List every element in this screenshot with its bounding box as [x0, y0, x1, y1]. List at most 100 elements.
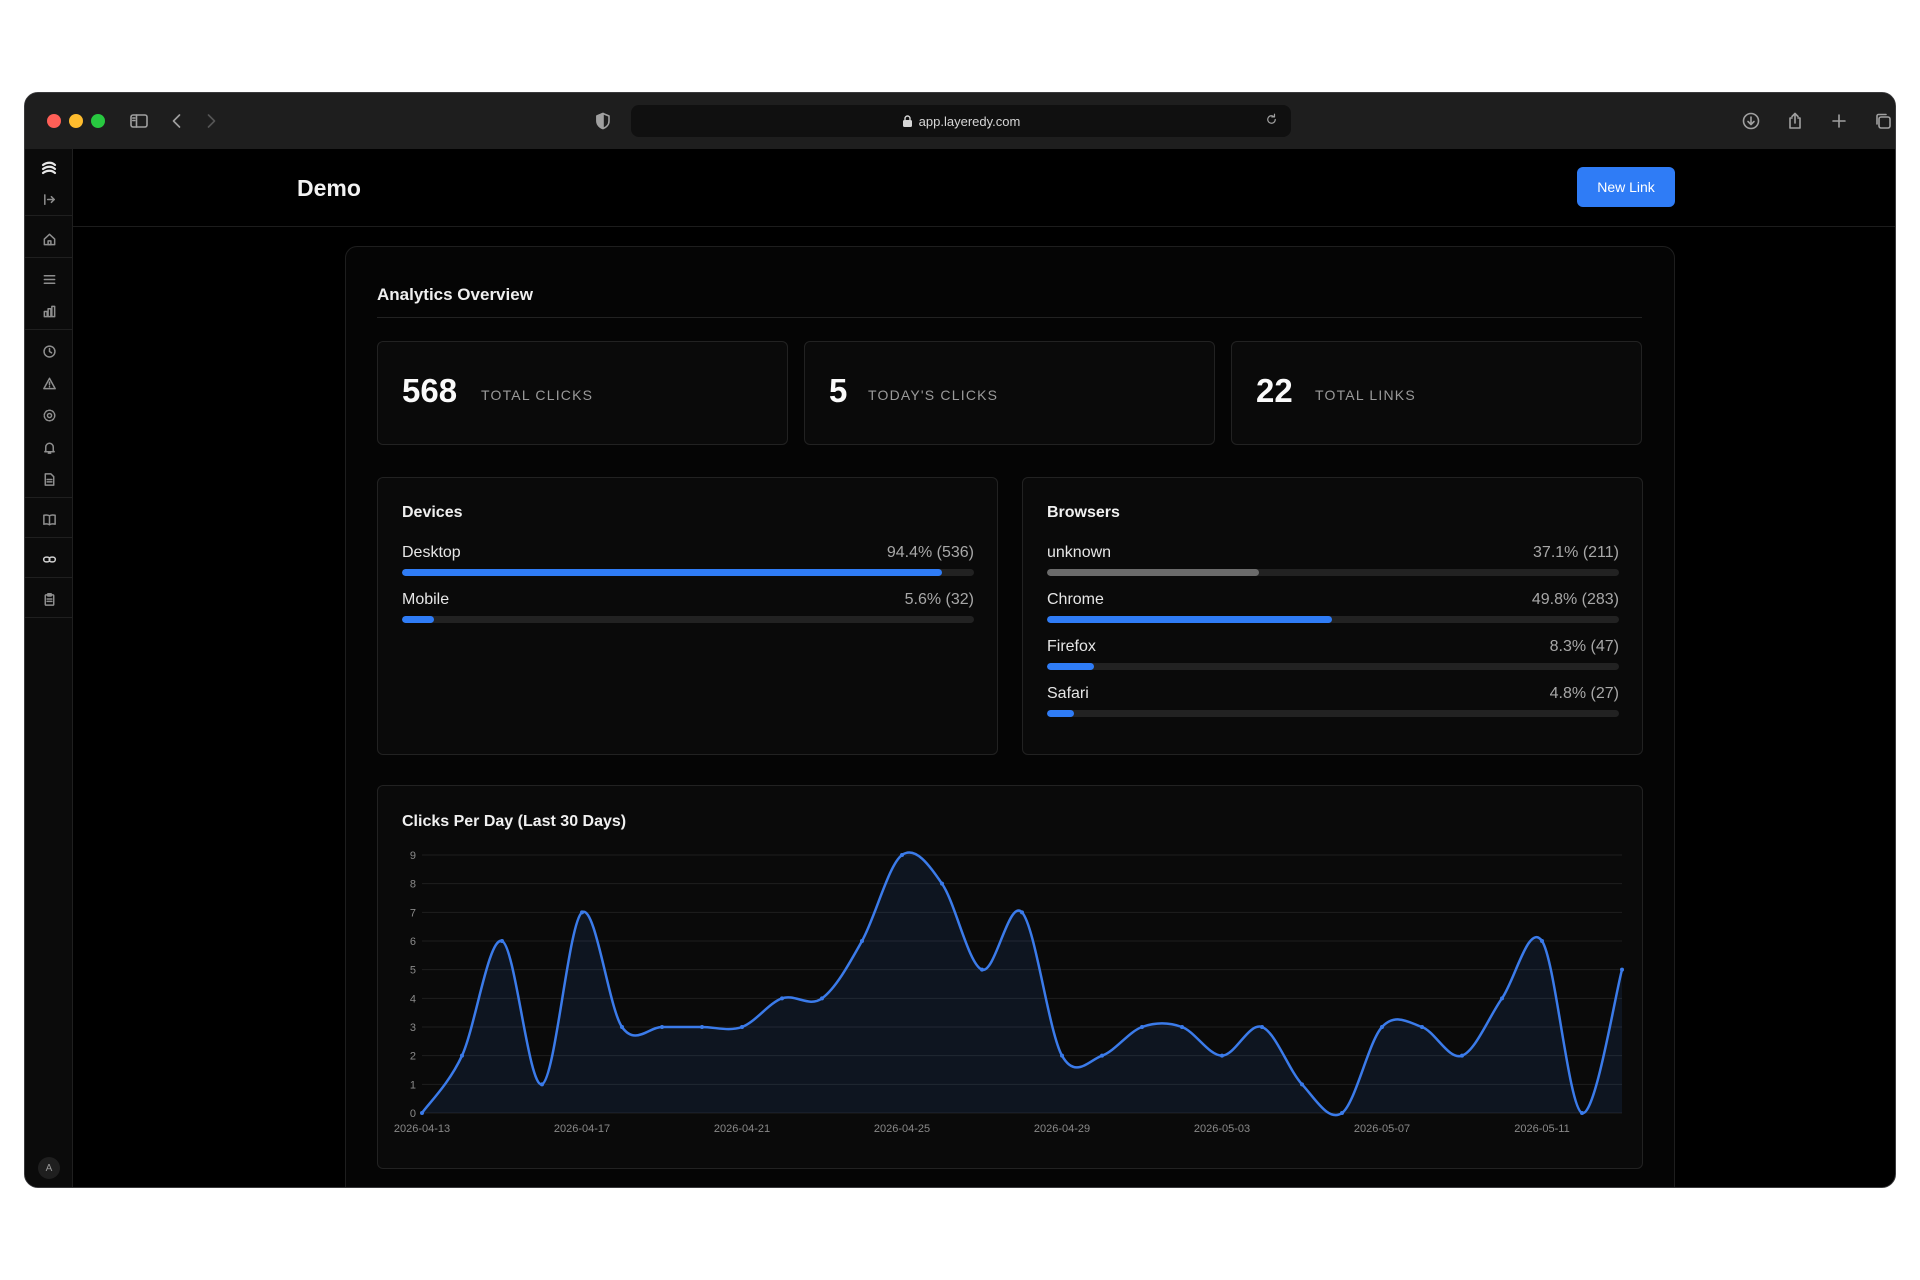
privacy-shield-icon[interactable] — [591, 109, 615, 133]
x-tick-label: 2026-05-11 — [1514, 1123, 1569, 1135]
app-logo-icon[interactable] — [37, 157, 61, 181]
clicks-chart-card: Clicks Per Day (Last 30 Days) 0123456789… — [377, 785, 1643, 1169]
y-tick-label: 2 — [410, 1051, 416, 1063]
alert-icon[interactable] — [37, 371, 61, 395]
y-tick-label: 0 — [410, 1108, 416, 1120]
data-point — [1500, 996, 1504, 1001]
document-icon[interactable] — [37, 467, 61, 491]
data-point — [780, 996, 784, 1001]
data-point — [1220, 1053, 1224, 1058]
analytics-chart-icon[interactable] — [37, 299, 61, 323]
progress-fill — [402, 569, 942, 576]
progress-track — [402, 569, 974, 576]
data-point — [1020, 910, 1024, 915]
reload-icon[interactable] — [1261, 109, 1281, 129]
devices-card: Devices Desktop 94.4% (536) Mobile 5.6% (32… — [377, 477, 998, 755]
home-icon[interactable] — [37, 227, 61, 251]
data-point — [1620, 967, 1624, 972]
user-avatar[interactable]: A — [38, 1157, 60, 1179]
device-name: Mobile — [402, 591, 450, 608]
browser-value: 37.1% (211) — [1533, 544, 1619, 561]
progress-fill — [1047, 569, 1260, 576]
url-text: app.layeredy.com — [918, 113, 1021, 129]
data-point — [1420, 1025, 1424, 1029]
data-point — [540, 1082, 544, 1087]
address-bar[interactable]: app.layeredy.com — [631, 105, 1291, 137]
y-tick-label: 9 — [410, 850, 416, 862]
stat-value: 22 — [1256, 372, 1293, 409]
settings-icon[interactable] — [37, 403, 61, 427]
data-point — [1460, 1053, 1464, 1058]
clicks-per-day-chart: 0 1 2 3 4 5 6 7 8 9 2026-04-13 2026-04-17 2026-04-21… — [394, 850, 1624, 1135]
device-row: Mobile 5.6% (32) — [402, 591, 974, 623]
data-point — [1300, 1082, 1304, 1087]
link-icon[interactable] — [37, 547, 61, 571]
y-tick-label: 7 — [410, 907, 416, 919]
devices-title: Devices — [402, 504, 463, 521]
y-tick-label: 5 — [410, 965, 416, 977]
stat-value: 5 — [829, 372, 848, 409]
page-header: Demo New Link — [73, 149, 1895, 227]
zoom-window-button[interactable] — [91, 114, 105, 128]
x-tick-label: 2026-04-17 — [554, 1123, 610, 1135]
progress-track — [1047, 710, 1619, 717]
progress-track — [1047, 569, 1619, 576]
data-point — [1060, 1053, 1064, 1058]
data-point — [620, 1025, 624, 1029]
sidebar-toggle-icon[interactable] — [127, 109, 151, 133]
forward-icon[interactable] — [199, 109, 223, 133]
browser-toolbar: app.layeredy.com — [25, 93, 1895, 149]
device-row: Desktop 94.4% (536) — [402, 544, 974, 576]
progress-track — [1047, 663, 1619, 670]
data-point — [980, 967, 984, 972]
browser-name: Chrome — [1047, 591, 1104, 608]
browser-row: Firefox 8.3% (47) — [1047, 638, 1619, 670]
series-area — [422, 852, 1622, 1116]
list-icon[interactable] — [37, 267, 61, 291]
stat-card-total-links: 22 TOTAL LINKS — [1231, 341, 1642, 445]
data-point — [860, 939, 864, 943]
data-point — [420, 1111, 424, 1115]
new-link-button[interactable]: New Link — [1577, 167, 1675, 207]
data-point — [1540, 939, 1544, 943]
back-icon[interactable] — [165, 109, 189, 133]
y-tick-label: 8 — [410, 879, 416, 891]
bell-icon[interactable] — [37, 435, 61, 459]
tab-overview-icon[interactable] — [1871, 109, 1895, 133]
x-tick-label: 2026-04-25 — [874, 1123, 930, 1135]
browser-row: Safari 4.8% (27) — [1047, 685, 1619, 717]
share-icon[interactable] — [1783, 109, 1807, 133]
device-value: 94.4% (536) — [886, 544, 974, 561]
data-point — [500, 939, 504, 943]
device-value: 5.6% (32) — [904, 591, 974, 608]
stat-label: TODAY'S CLICKS — [868, 387, 999, 403]
stat-card-todays-clicks: 5 TODAY'S CLICKS — [804, 341, 1215, 445]
app-sidebar: A — [25, 149, 73, 1187]
data-point — [900, 853, 904, 857]
new-tab-icon[interactable] — [1827, 109, 1851, 133]
x-tick-label: 2026-05-07 — [1354, 1123, 1410, 1135]
downloads-icon[interactable] — [1739, 109, 1763, 133]
minimize-window-button[interactable] — [69, 114, 83, 128]
browser-value: 8.3% (47) — [1549, 638, 1619, 655]
progress-fill — [1047, 616, 1332, 623]
browser-row: unknown 37.1% (211) — [1047, 544, 1619, 576]
clipboard-icon[interactable] — [37, 587, 61, 611]
data-point — [740, 1025, 744, 1029]
docs-book-icon[interactable] — [37, 507, 61, 531]
data-point — [940, 881, 944, 886]
stat-card-total-clicks: 568 TOTAL CLICKS — [377, 341, 788, 445]
collapse-sidebar-icon[interactable] — [37, 187, 61, 211]
data-point — [1340, 1111, 1344, 1115]
progress-track — [1047, 616, 1619, 623]
progress-track — [402, 616, 974, 623]
browser-name: Firefox — [1047, 638, 1096, 655]
close-window-button[interactable] — [47, 114, 61, 128]
browsers-card: Browsers unknown 37.1% (211) Chrome 49.8% (… — [1022, 477, 1643, 755]
clock-icon[interactable] — [37, 339, 61, 363]
browser-value: 49.8% (283) — [1531, 591, 1619, 608]
data-point — [1260, 1025, 1264, 1029]
browser-name: Safari — [1047, 685, 1089, 702]
browser-row: Chrome 49.8% (283) — [1047, 591, 1619, 623]
data-point — [1140, 1025, 1144, 1029]
